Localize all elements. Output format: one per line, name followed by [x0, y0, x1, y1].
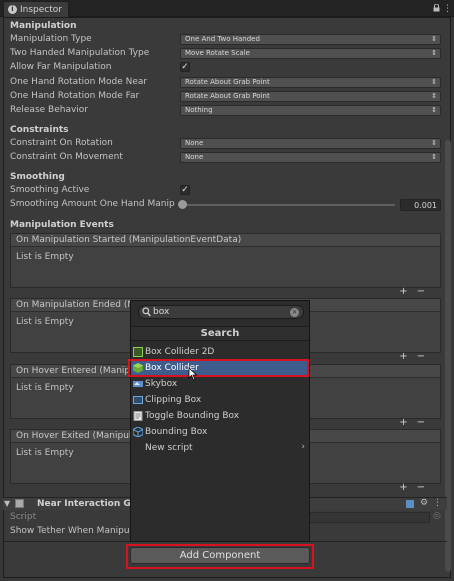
component-title: Near Interaction G — [37, 499, 131, 509]
skybox-icon — [133, 379, 143, 389]
smoothing-header: Smoothing — [10, 172, 65, 182]
box-collider-2d-icon — [133, 347, 143, 357]
menu-icon[interactable]: ⋮ — [443, 4, 452, 14]
script-label: Script — [10, 512, 37, 522]
result-label: New script — [145, 443, 193, 453]
tab-inspector[interactable]: i Inspector — [3, 1, 69, 17]
selection-highlight-box — [128, 359, 309, 377]
lock-icon[interactable] — [433, 3, 440, 15]
event-manipulation-started: On Manipulation Started (ManipulationEve… — [10, 233, 441, 297]
search-input[interactable]: box — [153, 307, 169, 317]
constraint-movement-label: Constraint On Movement — [10, 152, 123, 162]
allow-far-label: Allow Far Manipulation — [10, 62, 112, 72]
search-results-header: Search — [131, 326, 309, 341]
manipulation-type-dropdown[interactable]: One And Two Handed ⇕ — [180, 34, 441, 45]
add-listener-button[interactable]: + — [399, 417, 416, 428]
constraints-header: Constraints — [10, 125, 69, 135]
result-bounding-box[interactable]: Bounding Box — [131, 424, 309, 440]
add-listener-button[interactable]: + — [399, 286, 416, 297]
result-label: Box Collider 2D — [145, 347, 215, 357]
rotation-far-dropdown[interactable]: Rotate About Grab Point ⇕ — [180, 91, 441, 102]
result-label: Clipping Box — [145, 395, 202, 405]
mouse-pointer-icon — [188, 367, 198, 381]
remove-listener-button[interactable]: − — [417, 482, 434, 493]
rotation-far-label: One Hand Rotation Mode Far — [10, 91, 140, 101]
foldout-arrow-icon[interactable]: ▼ — [4, 499, 10, 508]
dropdown-arrow-icon: ⇕ — [431, 49, 437, 57]
dropdown-arrow-icon: ⇕ — [431, 78, 437, 86]
add-listener-button[interactable]: + — [399, 351, 416, 362]
allow-far-checkbox[interactable]: ✓ — [180, 62, 190, 72]
event-title: On Manipulation Started (ManipulationEve… — [11, 234, 440, 247]
settings-icon[interactable]: ⚙ — [420, 498, 428, 508]
event-empty-text: List is Empty — [16, 252, 74, 262]
component-checkbox[interactable] — [15, 499, 24, 508]
constraint-rotation-label: Constraint On Rotation — [10, 138, 113, 148]
add-listener-button[interactable]: + — [399, 482, 416, 493]
remove-listener-button[interactable]: − — [417, 286, 434, 297]
add-component-popup: box × Search Box Collider 2D Box Collide… — [130, 300, 310, 542]
result-label: Toggle Bounding Box — [145, 411, 240, 421]
add-component-highlight-box — [126, 544, 314, 569]
info-icon: i — [8, 5, 17, 14]
manipulation-header: Manipulation — [10, 21, 77, 31]
chevron-right-icon: › — [301, 442, 305, 452]
dropdown-arrow-icon: ⇕ — [431, 92, 437, 100]
two-handed-type-dropdown[interactable]: Move Rotate Scale ⇕ — [180, 48, 441, 59]
result-toggle-bounding-box[interactable]: Toggle Bounding Box — [131, 408, 309, 424]
result-box-collider-2d[interactable]: Box Collider 2D — [131, 344, 309, 360]
result-clipping-box[interactable]: Clipping Box — [131, 392, 309, 408]
remove-listener-button[interactable]: − — [417, 351, 434, 362]
release-behavior-dropdown[interactable]: Nothing ⇕ — [180, 105, 441, 116]
clear-search-icon[interactable]: × — [290, 308, 299, 317]
smoothing-slider-handle[interactable] — [178, 200, 187, 209]
smoothing-amount-field[interactable]: 0.001 — [400, 199, 441, 211]
result-label: Bounding Box — [145, 427, 208, 437]
dropdown-arrow-icon: ⇕ — [431, 35, 437, 43]
result-label: Skybox — [145, 379, 178, 389]
smoothing-amount-label: Smoothing Amount One Hand Manip — [10, 199, 175, 209]
result-new-script[interactable]: New script › — [131, 440, 309, 456]
constraint-movement-dropdown[interactable]: None ⇕ — [180, 152, 441, 163]
rotation-near-label: One Hand Rotation Mode Near — [10, 77, 148, 87]
search-field[interactable]: box × — [138, 305, 304, 319]
two-handed-type-label: Two Handed Manipulation Type — [10, 48, 150, 58]
rotation-near-dropdown[interactable]: Rotate About Grab Point ⇕ — [180, 77, 441, 88]
clipping-box-icon — [133, 395, 143, 405]
help-icon[interactable] — [406, 500, 414, 508]
dropdown-arrow-icon: ⇕ — [431, 153, 437, 161]
bounding-box-icon — [132, 426, 144, 438]
script-icon — [133, 411, 143, 421]
show-tether-label: Show Tether When Manipu — [10, 526, 130, 536]
dropdown-arrow-icon: ⇕ — [431, 139, 437, 147]
remove-listener-button[interactable]: − — [417, 417, 434, 428]
object-picker-icon: ◎ — [433, 511, 441, 521]
context-menu-icon[interactable]: ⋮ — [433, 498, 442, 508]
tab-bar: i Inspector ⋮ — [0, 0, 454, 17]
smoothing-active-checkbox[interactable]: ✓ — [180, 185, 190, 195]
tab-title: Inspector — [20, 4, 62, 15]
events-header: Manipulation Events — [10, 220, 114, 230]
dropdown-arrow-icon: ⇕ — [431, 106, 437, 114]
result-skybox[interactable]: Skybox — [131, 376, 309, 392]
release-behavior-label: Release Behavior — [10, 105, 88, 115]
search-icon — [142, 307, 151, 320]
smoothing-slider-track[interactable] — [183, 204, 395, 206]
constraint-rotation-dropdown[interactable]: None ⇕ — [180, 138, 441, 149]
smoothing-active-label: Smoothing Active — [10, 185, 90, 195]
manipulation-type-label: Manipulation Type — [10, 34, 92, 44]
